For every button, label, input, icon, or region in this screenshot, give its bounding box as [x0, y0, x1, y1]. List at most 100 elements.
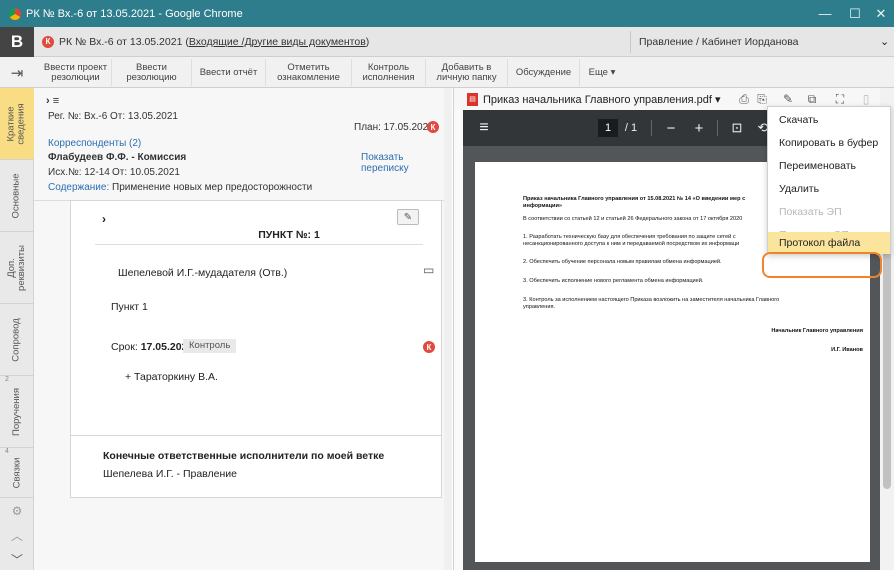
menu-icon[interactable]: ≡: [473, 110, 495, 146]
deadline-row: Срок: 17.05.2021: [111, 341, 193, 353]
doc-sign-name: И.Г. Иванов: [831, 347, 863, 353]
content-label: Содержание:: [48, 182, 110, 193]
tab-extra-details[interactable]: Доп. реквизиты: [0, 232, 34, 304]
tab-main-label: Основные: [11, 172, 23, 219]
menu-item-delete[interactable]: Удалить: [768, 178, 890, 200]
menu-item-rename[interactable]: Переименовать: [768, 155, 890, 177]
menu-item-download[interactable]: Скачать: [768, 109, 890, 131]
draft-resolution-button[interactable]: Ввести проект резолюции: [40, 59, 112, 86]
close-window-button[interactable]: ✕: [864, 0, 894, 27]
sender: Флабудеев Ф.Ф. - Комиссия: [48, 152, 187, 163]
divider: [717, 120, 718, 136]
doc-status-badge: К: [42, 35, 54, 48]
doc-paragraph: 3. Контроль за исполнением настоящего Пр…: [523, 297, 780, 303]
tab-summary-label: Краткие сведения: [6, 102, 28, 145]
page-number-input[interactable]: 1: [598, 119, 618, 137]
page-total: / 1: [624, 122, 638, 134]
document-icon[interactable]: ▯: [858, 91, 874, 107]
show-correspondence-link[interactable]: Показать переписку: [361, 152, 452, 174]
control-badge: К: [423, 341, 435, 353]
divider: [651, 120, 652, 136]
doc-paragraph: управления.: [523, 304, 556, 310]
exit-icon[interactable]: ⇥: [0, 57, 34, 88]
tab-badge-links: 4: [5, 448, 9, 455]
chevron-up-icon[interactable]: ︿: [0, 524, 34, 546]
content-line: Содержание: Применение новых мер предост…: [48, 182, 312, 193]
tab-badge: 2: [5, 376, 9, 383]
zoom-in-button[interactable]: +: [689, 110, 709, 146]
extra-executor: + Тараторкину В.А.: [125, 371, 218, 383]
menu-item-file-log[interactable]: Протокол файла: [768, 232, 890, 254]
tab-links[interactable]: Связки: [0, 448, 34, 498]
reg-number: Рег. №: Вх.-6: [48, 111, 108, 122]
control-badge: К: [427, 121, 439, 133]
control-tag: Контроль: [183, 339, 237, 353]
reg-date: От: 13.05.2021: [110, 111, 178, 122]
enter-report-button[interactable]: Ввести отчёт: [192, 59, 266, 86]
file-context-menu: Скачать Копировать в буфер Переименовать…: [767, 106, 891, 254]
doc-sign-role: Начальник Главного управления: [771, 328, 863, 334]
action-toolbar: ⇥ Ввести проект резолюции Ввести резолюц…: [0, 57, 894, 88]
minimize-button[interactable]: —: [808, 0, 842, 27]
copy-icon[interactable]: ⧉: [804, 91, 820, 107]
window-title: РК № Вх.-6 от 13.05.2021 - Google Chrome: [26, 7, 243, 20]
window-titlebar: РК № Вх.-6 от 13.05.2021 - Google Chrome…: [0, 0, 894, 27]
card-expand-toggle[interactable]: ›: [102, 212, 106, 226]
edit-icon[interactable]: ✎: [397, 209, 419, 225]
fit-page-icon[interactable]: ⊡: [727, 110, 747, 146]
pdf-file-select[interactable]: Приказ начальника Главного управления.pd…: [483, 93, 721, 106]
pdf-file-icon: ▤: [467, 92, 478, 106]
divider: [95, 244, 423, 245]
chevron-down-icon[interactable]: ﹀: [0, 548, 34, 570]
plan-date: План: 17.05.2021: [354, 122, 434, 133]
menu-item-copy[interactable]: Копировать в буфер: [768, 132, 890, 154]
tab-extra-label: Доп. реквизиты: [6, 244, 28, 291]
zoom-out-button[interactable]: −: [661, 110, 681, 146]
add-to-folder-button[interactable]: Добавить в личную папку: [426, 59, 508, 86]
doc-title-suffix: ): [365, 35, 370, 48]
divider: [630, 31, 631, 53]
mark-acquaintance-button[interactable]: Отметить ознакомление: [266, 59, 352, 86]
print-icon[interactable]: ⎙: [736, 91, 752, 107]
document-details-panel: › ≡ Рег. №: Вх.-6 От: 13.05.2021 План: 1…: [34, 88, 452, 570]
outgoing-date: От: 10.05.2021: [112, 167, 180, 178]
executor: Шепелевой И.Г.-мудадателя (Отв.): [118, 267, 288, 279]
deadline-label: Срок:: [111, 341, 138, 353]
highlight-ring: [762, 252, 882, 278]
cabinet-selector[interactable]: Правление / Кабинет Иорданова: [639, 27, 799, 57]
control-execution-button[interactable]: Контроль исполнения: [352, 59, 426, 86]
tab-accompanying-label: Сопровод: [11, 317, 23, 362]
doc-title: РК № Вх.-6 от 13.05.2021 (Входящие /Друг…: [59, 36, 369, 48]
final-executor: Шепелева И.Г. - Правление: [103, 468, 237, 480]
point-text: Пункт 1: [111, 301, 148, 313]
doc-title-prefix: РК № Вх.-6 от 13.05.2021 (: [59, 35, 189, 48]
enter-resolution-button[interactable]: Ввести резолюцию: [112, 59, 192, 86]
chevron-down-icon[interactable]: ⌄: [880, 27, 889, 57]
discussion-button[interactable]: Обсуждение: [508, 59, 580, 86]
tab-summary[interactable]: Краткие сведения: [0, 88, 34, 160]
tab-assignments-label: Поручения: [11, 387, 22, 436]
expand-toggle[interactable]: › ≡: [46, 95, 59, 107]
final-executors-card: Конечные ответственные исполнители по мо…: [70, 436, 442, 498]
left-sidebar: Краткие сведения Основные Доп. реквизиты…: [0, 88, 34, 570]
app-logo[interactable]: B: [0, 26, 34, 57]
chrome-icon: [9, 7, 21, 20]
tab-links-label: Связки: [10, 457, 22, 488]
correspondents-link[interactable]: Корреспонденты (2): [48, 138, 141, 149]
tab-assignments[interactable]: Поручения: [0, 376, 34, 448]
stamp-icon[interactable]: ⎘: [754, 91, 770, 107]
more-button[interactable]: Еще ▾: [580, 59, 624, 86]
edit-icon[interactable]: ✎: [780, 91, 796, 107]
final-executors-title: Конечные ответственные исполнители по мо…: [103, 450, 385, 462]
left-scrollbar[interactable]: [444, 88, 452, 570]
doc-paragraph: 3. Обеспечить исполнение нового регламен…: [523, 278, 704, 284]
tab-main[interactable]: Основные: [0, 160, 34, 232]
tab-accompanying[interactable]: Сопровод: [0, 304, 34, 376]
menu-item-show-signature[interactable]: Показать ЭП: [768, 201, 890, 223]
doc-category-link[interactable]: Входящие /Другие виды документов: [189, 36, 366, 48]
comment-icon[interactable]: ▭: [423, 263, 434, 277]
content-text: Применение новых мер предосторожности: [109, 182, 313, 193]
expand-icon[interactable]: ⛶: [832, 91, 848, 107]
point-title: ПУНКТ №: 1: [258, 229, 320, 241]
settings-icon[interactable]: ⚙: [0, 500, 34, 522]
